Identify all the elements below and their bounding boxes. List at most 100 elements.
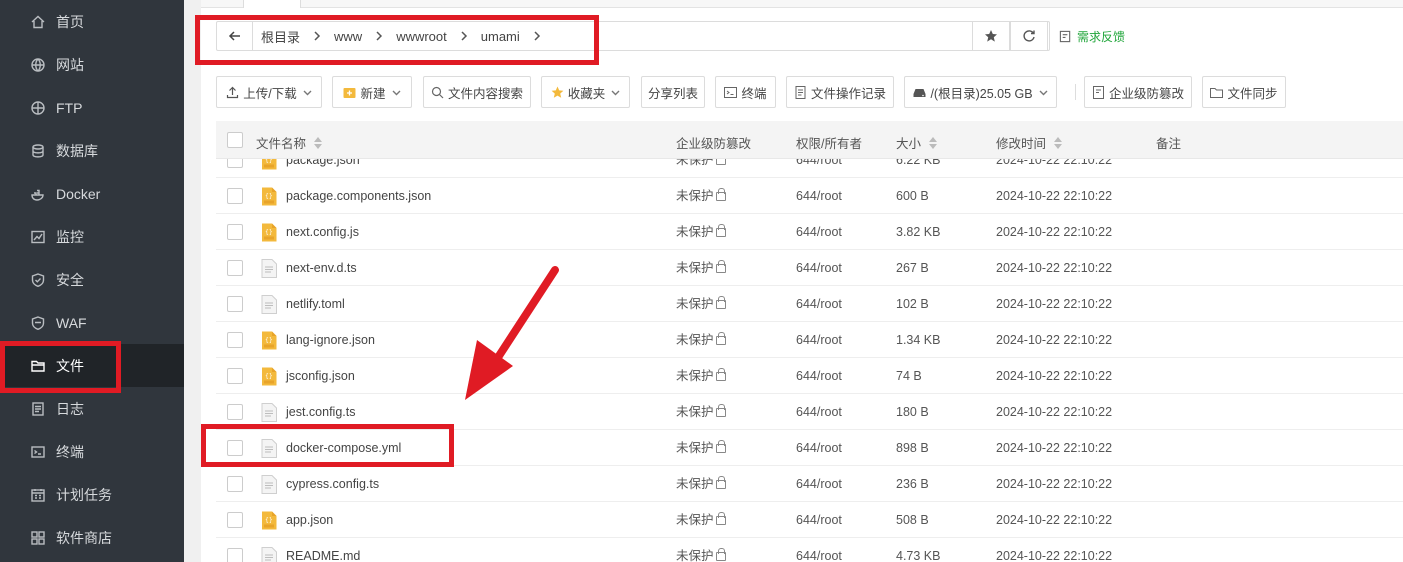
permission-owner[interactable]: 644/root bbox=[796, 358, 842, 394]
protect-status[interactable]: 未保护 bbox=[676, 358, 726, 394]
protect-status[interactable]: 未保护 bbox=[676, 430, 726, 466]
feedback-link[interactable]: 需求反馈 bbox=[1059, 28, 1125, 45]
protect-status[interactable]: 未保护 bbox=[676, 159, 726, 178]
sidebar-item-cron[interactable]: 计划任务 bbox=[0, 473, 184, 516]
sidebar-item-waf[interactable]: WAF bbox=[0, 301, 184, 344]
row-checkbox[interactable] bbox=[227, 159, 243, 168]
file-sync-button[interactable]: 文件同步 bbox=[1202, 76, 1286, 108]
breadcrumb-www[interactable]: www bbox=[334, 29, 362, 44]
select-all-checkbox[interactable] bbox=[227, 132, 243, 148]
breadcrumb-wwwroot[interactable]: wwwroot bbox=[396, 29, 447, 44]
permission-owner[interactable]: 644/root bbox=[796, 466, 842, 502]
terminal-button[interactable]: 终端 bbox=[715, 76, 776, 108]
breadcrumb-root[interactable]: 根目录 bbox=[261, 27, 300, 46]
protect-status[interactable]: 未保护 bbox=[676, 502, 726, 538]
table-row[interactable]: {} package.components.json 未保护 644/root 600 … bbox=[216, 178, 1403, 214]
sidebar-item-store[interactable]: 软件商店 bbox=[0, 516, 184, 559]
column-header-size[interactable]: 大小 bbox=[896, 133, 938, 152]
table-row[interactable]: {} app.json 未保护 644/root 508 B 2024-10-22 22:… bbox=[216, 502, 1403, 538]
operation-log-button[interactable]: 文件操作记录 bbox=[786, 76, 894, 108]
breadcrumb-umami[interactable]: umami bbox=[481, 29, 520, 44]
table-row[interactable]: {} next.config.js 未保护 644/root 3.82 KB 2024-1… bbox=[216, 214, 1403, 250]
text-file-icon bbox=[261, 547, 277, 562]
permission-owner[interactable]: 644/root bbox=[796, 159, 842, 178]
content-search-button[interactable]: 文件内容搜索 bbox=[423, 76, 531, 108]
permission-owner[interactable]: 644/root bbox=[796, 178, 842, 214]
row-checkbox[interactable] bbox=[227, 440, 243, 456]
permission-owner[interactable]: 644/root bbox=[796, 322, 842, 358]
row-checkbox[interactable] bbox=[227, 224, 243, 240]
file-name[interactable]: README.md bbox=[286, 538, 360, 562]
table-row[interactable]: README.md 未保护 644/root 4.73 KB 2024-10-22 22… bbox=[216, 538, 1403, 562]
file-name[interactable]: netlify.toml bbox=[286, 286, 345, 322]
upload-download-button[interactable]: 上传/下载 bbox=[216, 76, 322, 108]
row-checkbox[interactable] bbox=[227, 368, 243, 384]
table-row[interactable]: cypress.config.ts 未保护 644/root 236 B 2024-10… bbox=[216, 466, 1403, 502]
table-row[interactable]: docker-compose.yml 未保护 644/root 898 B 2024-1… bbox=[216, 430, 1403, 466]
file-size: 3.82 KB bbox=[896, 225, 941, 239]
permission-owner[interactable]: 644/root bbox=[796, 250, 842, 286]
favorite-star-button[interactable] bbox=[972, 21, 1010, 51]
permission-owner[interactable]: 644/root bbox=[796, 394, 842, 430]
file-name[interactable]: package.json bbox=[286, 159, 360, 178]
file-name[interactable]: app.json bbox=[286, 502, 333, 538]
table-row[interactable]: {} package.json 未保护 644/root 6.22 KB 2024-10-… bbox=[216, 159, 1403, 178]
protect-status[interactable]: 未保护 bbox=[676, 322, 726, 358]
protect-status[interactable]: 未保护 bbox=[676, 466, 726, 502]
table-row[interactable]: {} jsconfig.json 未保护 644/root 74 B 2024-10-22… bbox=[216, 358, 1403, 394]
file-name[interactable]: next.config.js bbox=[286, 214, 359, 250]
file-name[interactable]: package.components.json bbox=[286, 178, 431, 214]
table-row[interactable]: netlify.toml 未保护 644/root 102 B 2024-10-22 2… bbox=[216, 286, 1403, 322]
sidebar-item-terminal[interactable]: 终端 bbox=[0, 430, 184, 473]
back-button[interactable] bbox=[217, 22, 253, 50]
row-checkbox[interactable] bbox=[227, 476, 243, 492]
sidebar-item-security[interactable]: 安全 bbox=[0, 258, 184, 301]
row-checkbox[interactable] bbox=[227, 296, 243, 312]
row-checkbox[interactable] bbox=[227, 548, 243, 562]
sidebar-item-database[interactable]: 数据库 bbox=[0, 129, 184, 172]
sidebar-item-logs[interactable]: 日志 bbox=[0, 387, 184, 430]
row-checkbox[interactable] bbox=[227, 512, 243, 528]
permission-owner[interactable]: 644/root bbox=[796, 430, 842, 466]
file-name[interactable]: cypress.config.ts bbox=[286, 466, 379, 502]
protect-status[interactable]: 未保护 bbox=[676, 178, 726, 214]
sidebar-item-files[interactable]: 文件 bbox=[0, 344, 184, 387]
sidebar-item-monitor[interactable]: 监控 bbox=[0, 215, 184, 258]
column-header-mtime[interactable]: 修改时间 bbox=[996, 133, 1063, 152]
permission-owner[interactable]: 644/root bbox=[796, 214, 842, 250]
table-row[interactable]: {} lang-ignore.json 未保护 644/root 1.34 KB 2024… bbox=[216, 322, 1403, 358]
disk-select-button[interactable]: /(根目录)25.05 GB bbox=[904, 76, 1057, 108]
path-bar[interactable]: 根目录 www wwwroot umami bbox=[216, 21, 1050, 51]
file-name[interactable]: jsconfig.json bbox=[286, 358, 355, 394]
protect-status[interactable]: 未保护 bbox=[676, 286, 726, 322]
file-name[interactable]: lang-ignore.json bbox=[286, 322, 375, 358]
protect-status[interactable]: 未保护 bbox=[676, 394, 726, 430]
row-checkbox[interactable] bbox=[227, 188, 243, 204]
sidebar-item-home[interactable]: 首页 bbox=[0, 0, 184, 43]
protect-status[interactable]: 未保护 bbox=[676, 538, 726, 562]
file-name[interactable]: next-env.d.ts bbox=[286, 250, 357, 286]
sidebar-item-docker[interactable]: Docker bbox=[0, 172, 184, 215]
sidebar-item-website[interactable]: 网站 bbox=[0, 43, 184, 86]
protect-status[interactable]: 未保护 bbox=[676, 214, 726, 250]
tamper-protect-button[interactable]: 企业级防篡改 bbox=[1084, 76, 1192, 108]
protect-status-label: 未保护 bbox=[676, 333, 714, 347]
sidebar-item-ftp[interactable]: FTP bbox=[0, 86, 184, 129]
row-checkbox[interactable] bbox=[227, 404, 243, 420]
table-row[interactable]: jest.config.ts 未保护 644/root 180 B 2024-10-22… bbox=[216, 394, 1403, 430]
row-checkbox[interactable] bbox=[227, 332, 243, 348]
favorites-button[interactable]: 收藏夹 bbox=[541, 76, 630, 108]
refresh-button[interactable] bbox=[1010, 21, 1048, 51]
file-name[interactable]: jest.config.ts bbox=[286, 394, 355, 430]
file-name[interactable]: docker-compose.yml bbox=[286, 430, 401, 466]
permission-owner[interactable]: 644/root bbox=[796, 538, 842, 562]
new-button[interactable]: 新建 bbox=[332, 76, 412, 108]
table-row[interactable]: next-env.d.ts 未保护 644/root 267 B 2024-10-22 … bbox=[216, 250, 1403, 286]
permission-owner[interactable]: 644/root bbox=[796, 286, 842, 322]
share-list-button[interactable]: 分享列表 bbox=[641, 76, 705, 108]
permission-owner[interactable]: 644/root bbox=[796, 502, 842, 538]
top-tab[interactable] bbox=[243, 0, 301, 8]
row-checkbox[interactable] bbox=[227, 260, 243, 276]
protect-status[interactable]: 未保护 bbox=[676, 250, 726, 286]
column-header-name[interactable]: 文件名称 bbox=[256, 133, 323, 152]
